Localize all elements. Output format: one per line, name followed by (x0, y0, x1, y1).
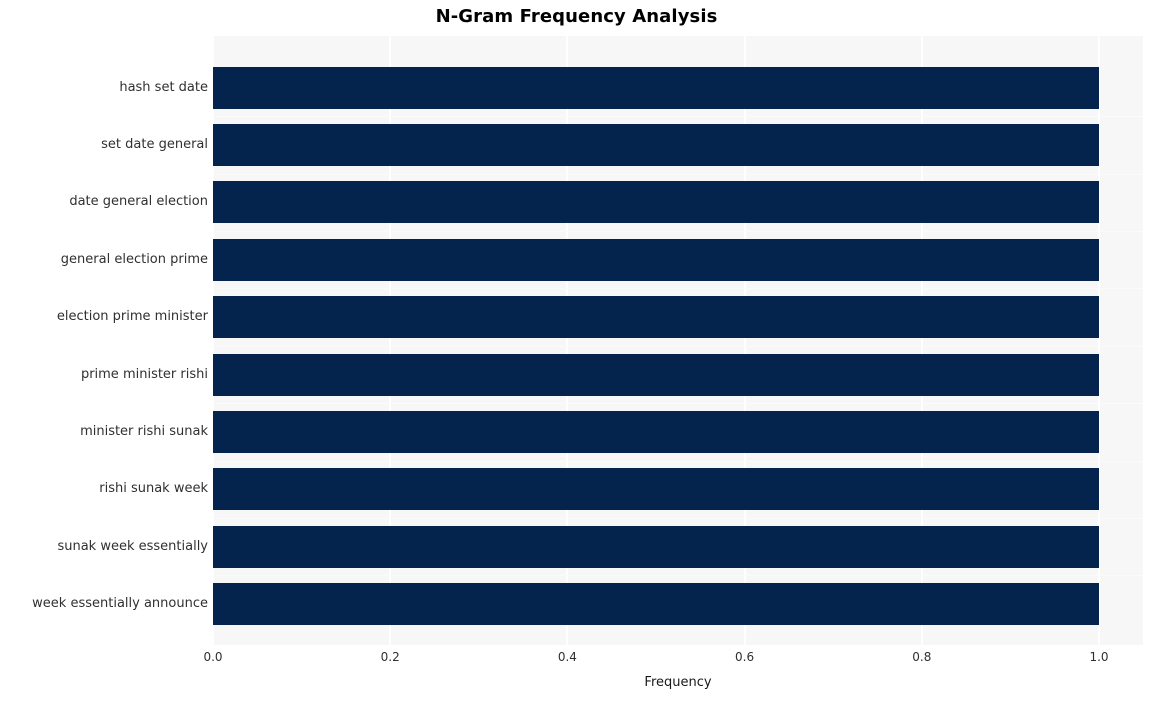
y-axis-tick-labels: hash set date set date general date genera… (0, 36, 208, 645)
bar (213, 583, 1099, 625)
y-axis-tick-label: week essentially announce (32, 596, 208, 611)
bar (213, 239, 1099, 281)
x-axis-tick-label: 0.0 (203, 650, 223, 664)
x-axis-tick-labels: 0.0 0.2 0.4 0.6 0.8 1.0 (0, 650, 1153, 670)
x-axis-tick-label: 0.6 (735, 650, 755, 664)
x-axis-tick-label: 0.8 (912, 650, 932, 664)
y-axis-tick-label: prime minister rishi (80, 367, 208, 382)
x-axis-tick-label: 1.0 (1089, 650, 1109, 664)
bar (213, 526, 1099, 568)
bar (213, 181, 1099, 223)
chart-figure: N-Gram Frequency Analysis hash set date s… (0, 0, 1153, 701)
y-axis-tick-label: election prime minister (56, 309, 208, 324)
y-axis-tick-label: minister rishi sunak (80, 424, 208, 439)
y-axis-tick-label: hash set date (119, 80, 208, 95)
y-axis-tick-label: set date general (101, 137, 208, 152)
plot-area (213, 36, 1143, 645)
y-axis-tick-label: rishi sunak week (99, 481, 208, 496)
x-axis-label: Frequency (644, 675, 712, 690)
x-axis-tick-label: 0.2 (380, 650, 400, 664)
bar (213, 411, 1099, 453)
bar (213, 67, 1099, 109)
y-axis-tick-label: sunak week essentially (57, 539, 208, 554)
bar (213, 354, 1099, 396)
bar (213, 124, 1099, 166)
y-axis-tick-label: general election prime (60, 252, 208, 267)
chart-title: N-Gram Frequency Analysis (435, 6, 718, 27)
bar (213, 468, 1099, 510)
bar (213, 296, 1099, 338)
y-axis-tick-label: date general election (69, 194, 208, 209)
x-axis-tick-label: 0.4 (557, 650, 577, 664)
bar-series (213, 36, 1143, 645)
